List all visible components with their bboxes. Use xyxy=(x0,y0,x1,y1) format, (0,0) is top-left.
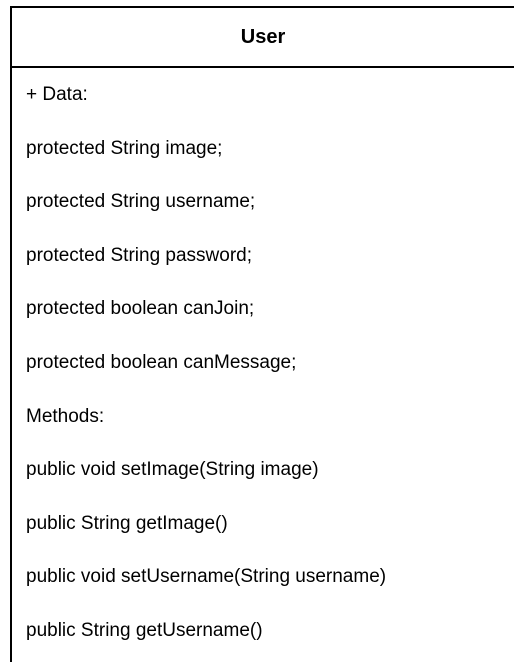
attribute-can-join: protected boolean canJoin; xyxy=(26,298,255,320)
attribute-password: protected String password; xyxy=(26,244,253,266)
method-get-image: public String getImage() xyxy=(26,512,228,534)
class-name-header: User xyxy=(12,8,514,68)
class-name: User xyxy=(240,25,286,48)
class-members: + Data: protected String image; protecte… xyxy=(12,68,514,658)
method-set-image: public void setImage(String image) xyxy=(26,459,319,481)
section-label-methods: Methods: xyxy=(26,405,105,427)
method-get-username: public String getUsername() xyxy=(26,619,263,641)
attribute-username: protected String username; xyxy=(26,191,256,213)
section-label-data: + Data: xyxy=(26,84,88,105)
uml-class-box: User + Data: protected String image; pro… xyxy=(10,6,514,662)
method-set-username: public void setUsername(String username) xyxy=(26,566,387,588)
attribute-can-message: protected boolean canMessage; xyxy=(26,351,297,373)
attribute-image: protected String image; xyxy=(26,137,223,159)
